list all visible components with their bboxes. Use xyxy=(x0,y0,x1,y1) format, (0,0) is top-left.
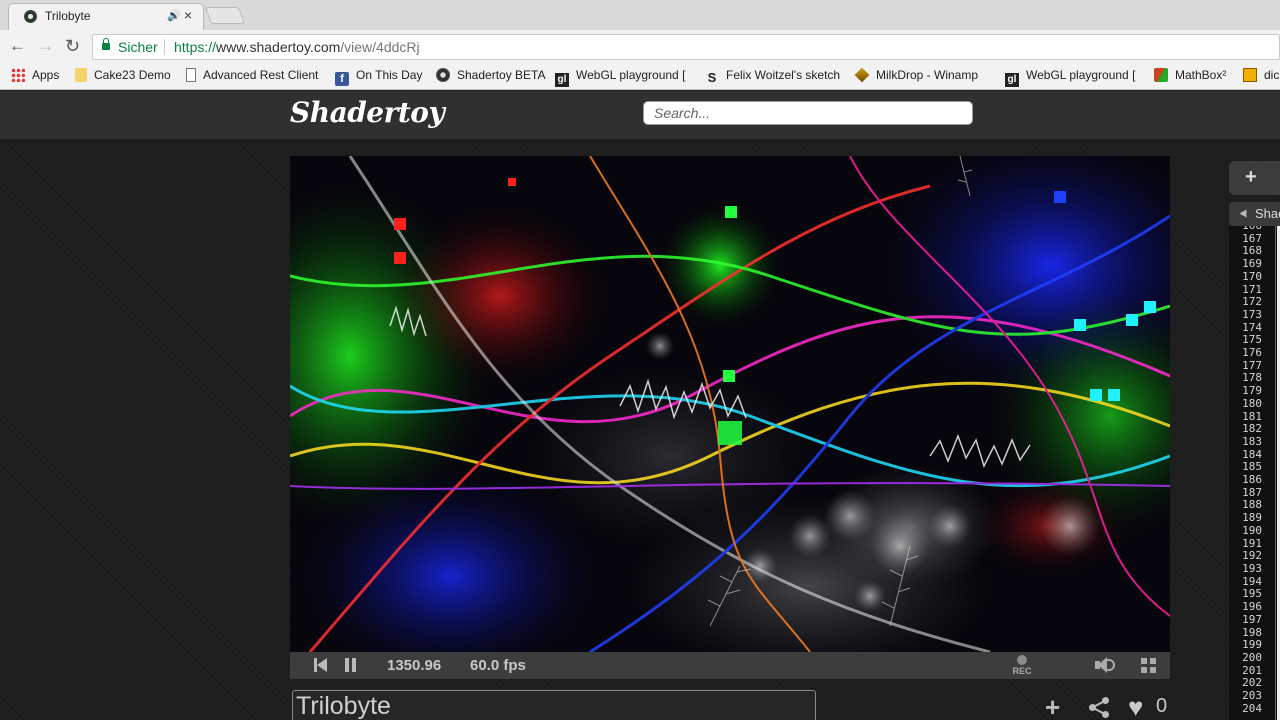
like-count: 0 xyxy=(1156,695,1168,717)
dictionary-icon xyxy=(1243,68,1257,82)
shader-output-image xyxy=(290,156,1170,652)
s-logo-icon: S xyxy=(707,70,717,85)
url-scheme: https:// xyxy=(174,39,217,55)
url-path: /view/4ddcRj xyxy=(340,39,420,55)
apps-grid-icon xyxy=(11,68,25,82)
site-header: Shadertoy xyxy=(0,91,1280,139)
bookmark-apps[interactable]: Apps xyxy=(11,68,59,85)
bookmark-label: On This Day xyxy=(356,68,423,82)
add-to-playlist-button[interactable]: + xyxy=(1045,693,1060,720)
bookmark-label: WebGL playground [ xyxy=(1026,68,1136,82)
bookmark-label: Apps xyxy=(32,68,60,82)
search-input[interactable] xyxy=(643,101,973,125)
shader-title-field[interactable]: Trilobyte xyxy=(292,690,816,720)
secure-label[interactable]: Sicher xyxy=(118,39,158,55)
record-label: REC xyxy=(1012,666,1032,676)
line-number-gutter: 1661671681691701711721731741751761771781… xyxy=(1229,226,1262,715)
bookmark-label: MathBox² xyxy=(1175,68,1227,82)
line-number: 180 xyxy=(1242,396,1262,410)
editor-cursor xyxy=(1275,226,1276,720)
fps-display: 60.0 fps xyxy=(470,657,526,674)
line-number: 200 xyxy=(1242,650,1262,664)
bookmark-mathbox[interactable]: MathBox² xyxy=(1154,68,1226,85)
tab-shader-label: Shac xyxy=(1255,206,1280,221)
line-number: 186 xyxy=(1242,473,1262,487)
time-display: 1350.96 xyxy=(387,657,442,674)
shadertoy-icon xyxy=(436,68,450,82)
bookmark-webgl-playground[interactable]: gl WebGL playground [ xyxy=(555,68,686,87)
record-button[interactable]: REC xyxy=(1011,654,1033,678)
tab-shader[interactable]: Shac xyxy=(1229,202,1280,226)
tab-arrow-icon xyxy=(1239,209,1247,218)
bookmark-cake23[interactable]: Cake23 Demo xyxy=(75,68,171,85)
line-number: 173 xyxy=(1242,307,1262,321)
line-number: 196 xyxy=(1242,600,1262,614)
milkdrop-icon xyxy=(854,67,870,83)
bookmark-felix-sketch[interactable]: S Felix Woitzel's sketch xyxy=(705,68,840,85)
url-divider xyxy=(164,39,165,55)
bookmark-label: MilkDrop - Winamp xyxy=(876,68,979,82)
line-number: 179 xyxy=(1242,384,1262,398)
bookmark-label: Felix Woitzel's sketch xyxy=(726,68,841,82)
webgl-icon: gl xyxy=(555,73,569,87)
share-icon[interactable] xyxy=(1089,697,1109,718)
line-number: 189 xyxy=(1242,511,1262,525)
record-dot-icon xyxy=(1017,655,1027,665)
bookmark-label: Advanced Rest Client xyxy=(203,68,319,82)
line-number: 183 xyxy=(1242,434,1262,448)
heart-icon: ♥ xyxy=(1128,692,1144,720)
url-host: www.shadertoy.com xyxy=(216,39,341,55)
bookmark-dic[interactable]: dic xyxy=(1243,68,1279,85)
bookmark-milkdrop[interactable]: MilkDrop - Winamp xyxy=(854,67,979,85)
speaker-icon[interactable]: 🔊 xyxy=(167,9,181,22)
line-number: 193 xyxy=(1242,561,1262,575)
lock-icon[interactable] xyxy=(102,38,110,50)
pause-button[interactable] xyxy=(345,658,356,672)
tab-title: Trilobyte xyxy=(45,9,91,23)
forward-button[interactable]: → xyxy=(37,35,54,57)
volume-icon[interactable] xyxy=(1095,656,1117,674)
bookmark-label: WebGL playground [ xyxy=(576,68,686,82)
bookmark-on-this-day[interactable]: f On This Day xyxy=(335,68,423,86)
page-icon xyxy=(186,68,196,82)
bookmark-webgl-playground-2[interactable]: gl WebGL playground [ xyxy=(1005,68,1136,87)
line-number: 176 xyxy=(1242,346,1262,360)
rewind-button[interactable] xyxy=(314,658,328,672)
bookmark-label: Cake23 Demo xyxy=(94,68,171,82)
line-number: 190 xyxy=(1242,523,1262,537)
address-bar[interactable]: Sicher https://www.shadertoy.com/view/4d… xyxy=(92,34,1280,60)
line-number: 170 xyxy=(1242,269,1262,283)
mathbox-icon xyxy=(1154,68,1168,82)
back-button[interactable]: ← xyxy=(9,35,26,57)
line-number: 204 xyxy=(1242,701,1262,715)
folder-icon xyxy=(75,68,87,82)
line-number: 197 xyxy=(1242,612,1262,626)
webgl-icon: gl xyxy=(1005,73,1019,87)
url-text[interactable]: https://www.shadertoy.com/view/4ddcRj xyxy=(174,39,420,55)
bookmark-label: dic xyxy=(1264,68,1280,82)
bookmark-rest-client[interactable]: Advanced Rest Client xyxy=(186,68,318,85)
browser-tab[interactable]: Trilobyte 🔊 × xyxy=(8,3,204,30)
line-number: 203 xyxy=(1242,689,1262,703)
bookmarks-bar: Apps Cake23 Demo Advanced Rest Client fO… xyxy=(0,63,1280,90)
shadertoy-logo[interactable]: Shadertoy xyxy=(290,96,445,129)
add-tab-button[interactable]: + xyxy=(1229,161,1280,195)
browser-tab-strip: Trilobyte 🔊 × xyxy=(0,0,1280,30)
line-number: 169 xyxy=(1242,257,1262,271)
bookmark-label: Shadertoy BETA xyxy=(457,68,546,82)
close-tab-button[interactable]: × xyxy=(184,7,192,23)
shader-canvas[interactable] xyxy=(290,156,1170,652)
bookmark-shadertoy-beta[interactable]: Shadertoy BETA xyxy=(436,68,546,85)
shadertoy-favicon-icon xyxy=(24,10,37,23)
reload-button[interactable]: ↻ xyxy=(65,35,80,57)
new-tab-button[interactable] xyxy=(204,7,246,24)
code-editor[interactable]: 1661671681691701711721731741751761771781… xyxy=(1229,226,1280,720)
player-controls: 1350.96 60.0 fps REC xyxy=(290,652,1170,679)
fullscreen-icon[interactable] xyxy=(1141,658,1156,673)
browser-toolbar: ← → ↻ Sicher https://www.shadertoy.com/v… xyxy=(0,30,1280,63)
line-number: 199 xyxy=(1242,638,1262,652)
facebook-icon: f xyxy=(335,72,349,86)
